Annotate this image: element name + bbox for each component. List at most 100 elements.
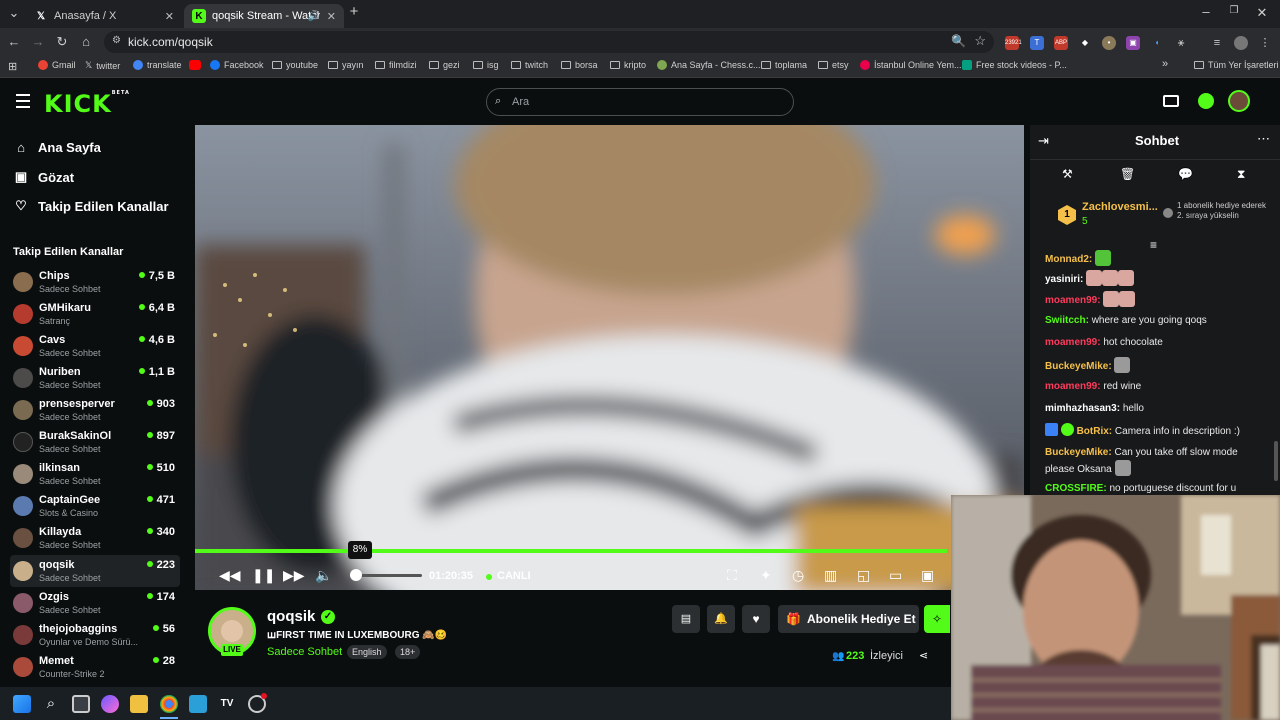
home-icon[interactable]: ⌂ (78, 34, 94, 49)
bookmark-folder-toplama[interactable]: toplama (761, 60, 807, 70)
bookmark-pexels[interactable]: Free stock videos - P... (962, 60, 1067, 70)
channel-item[interactable]: thejojobaggins Oyunlar ve Demo Sürü... 56 (10, 619, 180, 651)
kebab-menu-icon[interactable]: ⋮ (1258, 36, 1272, 50)
channel-item[interactable]: Nuriben Sadece Sohbet 1,1 B (10, 362, 180, 394)
channel-item[interactable]: GMHikaru Satranç 6,4 B (10, 298, 180, 330)
diamond-extension-icon[interactable]: ◆ (1078, 36, 1092, 50)
app-icon[interactable] (189, 695, 207, 713)
mod-hammer-icon[interactable]: ⚒ (1062, 167, 1073, 181)
bookmark-yemeksepeti[interactable]: İstanbul Online Yem... (860, 60, 962, 70)
user-avatar[interactable] (1228, 90, 1250, 112)
zoom-icon[interactable]: 🔍 (951, 34, 966, 48)
cinema-icon[interactable]: ▭ (889, 567, 902, 584)
windows-start-icon[interactable] (13, 695, 31, 713)
bookmark-translate[interactable]: translate (133, 60, 182, 70)
kick-coin-icon[interactable] (1198, 93, 1214, 109)
forward-icon[interactable]: ▶▶ (283, 567, 305, 584)
search-icon[interactable]: ⌕ (42, 695, 60, 713)
speaker-icon[interactable]: 🔊 (308, 11, 320, 22)
stats-icon[interactable]: ▥ (824, 567, 837, 584)
reading-list-icon[interactable]: ≡ (1210, 36, 1224, 50)
close-tab-icon[interactable]: ✕ (327, 10, 336, 23)
channel-item-active[interactable]: qoqsik Sadece Sohbet 223 (10, 555, 180, 587)
chat-username[interactable]: moamen99: (1045, 381, 1101, 392)
bookmark-folder-gezi[interactable]: gezi (429, 60, 460, 70)
nav-home[interactable]: ⌂ Ana Sayfa (14, 137, 101, 157)
tag[interactable]: English (347, 645, 387, 659)
chat-username[interactable]: CROSSFIRE: (1045, 483, 1107, 494)
chat-username[interactable]: Swiitcch: (1045, 315, 1089, 326)
pause-icon[interactable]: ❚❚ (252, 567, 275, 584)
volume-icon[interactable]: 🔈 (315, 567, 332, 584)
tab-x[interactable]: 𝕏 Anasayfa / X ✕ (26, 4, 182, 28)
all-bookmarks-button[interactable]: Tüm Yer İşaretleri (1194, 60, 1279, 70)
task-view-icon[interactable] (72, 695, 90, 713)
nav-browse[interactable]: ▣ Gözat (14, 167, 74, 187)
twitch-extension-icon[interactable]: ▣ (1126, 36, 1140, 50)
bookmark-folder-isg[interactable]: isg (473, 60, 499, 70)
theater-icon[interactable]: ▣ (921, 567, 934, 584)
forward-icon[interactable]: → (30, 34, 46, 49)
tab-kick[interactable]: K qoqsik Stream - Watch Live 🔊 ✕ (184, 4, 344, 28)
rewind-icon[interactable]: ◀◀ (219, 567, 241, 584)
back-icon[interactable]: ← (6, 34, 22, 49)
chat-username[interactable]: moamen99: (1045, 295, 1101, 306)
chat-username[interactable]: moamen99: (1045, 337, 1101, 348)
channel-item[interactable]: Chips Sadece Sohbet 7,5 B (10, 266, 180, 298)
bookmark-folder-filmdizi[interactable]: filmdizi (375, 60, 417, 70)
translate-extension-icon[interactable]: T (1030, 36, 1044, 50)
gift-subscription-button[interactable]: 🎁 Abonelik Hediye Et (778, 605, 919, 633)
close-window-icon[interactable]: ✕ (1254, 5, 1270, 21)
chat-username[interactable]: BuckeyeMike: (1045, 447, 1112, 458)
tradingview-icon[interactable]: TV (218, 695, 236, 713)
channel-item[interactable]: Ozgis Sadece Sohbet 174 (10, 587, 180, 619)
speed-icon[interactable]: ◷ (792, 567, 804, 584)
trash-icon[interactable]: 🗑 (1120, 167, 1135, 181)
nav-following[interactable]: ♡ Takip Edilen Kanallar (14, 196, 168, 216)
kick-extension-icon[interactable] (1163, 95, 1179, 107)
file-explorer-icon[interactable] (130, 695, 148, 713)
channel-item[interactable]: Killayda Sadece Sohbet 340 (10, 522, 180, 554)
channel-item[interactable]: BurakSakinOl Sadece Sohbet 897 (10, 426, 180, 458)
hourglass-icon[interactable]: ⧗ (1237, 167, 1245, 182)
chat-bubble-icon[interactable]: 💬 (1178, 167, 1193, 181)
channel-item[interactable]: Memet Counter-Strike 2 28 (10, 651, 180, 683)
tab-search-icon[interactable]: ⌄ (6, 5, 22, 21)
bookmark-youtube[interactable] (189, 60, 205, 70)
channel-item[interactable]: Cavs Sadece Sohbet 4,6 B (10, 330, 180, 362)
chrome-icon[interactable] (160, 695, 178, 713)
adblock-extension-icon[interactable]: ABP (1054, 36, 1068, 50)
extension-badge-icon[interactable]: 23921 (1005, 36, 1022, 50)
channel-item[interactable]: ilkinsan Sadece Sohbet 510 (10, 458, 180, 490)
subscribe-button[interactable]: ✧ (924, 605, 950, 633)
share-icon[interactable]: ⋖ (919, 649, 928, 662)
bookmark-folder-youtube[interactable]: youtube (272, 60, 318, 70)
bookmarks-overflow-button[interactable]: » (1162, 58, 1168, 70)
tag[interactable]: 18+ (395, 645, 421, 659)
url-bar[interactable]: ⚙ kick.com/qoqsik 🔍 ☆ (104, 31, 994, 53)
bookmark-folder-borsa[interactable]: borsa (561, 60, 598, 70)
notification-button[interactable]: 🔔 (707, 605, 735, 633)
minimize-icon[interactable]: – (1198, 4, 1214, 19)
pip-icon[interactable]: ◱ (857, 567, 870, 584)
copilot-icon[interactable] (101, 695, 119, 713)
chat-username[interactable]: BotRix: (1077, 426, 1113, 437)
chat-username[interactable]: Monnad2: (1045, 254, 1092, 265)
channel-name[interactable]: qoqsik (267, 608, 315, 625)
chat-scrollbar[interactable] (1274, 441, 1278, 481)
bookmark-folder-twitch[interactable]: twitch (511, 60, 548, 70)
chat-options-icon[interactable]: ⋯ (1257, 131, 1270, 147)
kick-logo[interactable]: KICKBETA (44, 90, 130, 118)
search-input[interactable]: ⌕ Ara (486, 88, 794, 116)
chat-username[interactable]: BuckeyeMike: (1045, 361, 1112, 372)
gift-leaderboard[interactable]: 1 Zachlovesmi... 5 1 abonelik hediye ede… (1030, 189, 1280, 245)
channel-item[interactable]: prensesperver Sadece Sohbet 903 (10, 394, 180, 426)
bookmark-folder-kripto[interactable]: kripto (610, 60, 646, 70)
follow-button[interactable]: ♥ (742, 605, 770, 633)
bookmark-folder-etsy[interactable]: etsy (818, 60, 849, 70)
face-extension-icon[interactable]: • (1102, 36, 1116, 50)
profile-avatar-icon[interactable] (1234, 36, 1248, 50)
bookmark-gmail[interactable]: Gmail (38, 60, 76, 70)
bookmark-folder-yayin[interactable]: yayın (328, 60, 364, 70)
bookmark-twitter[interactable]: 𝕏twitter (85, 60, 120, 71)
